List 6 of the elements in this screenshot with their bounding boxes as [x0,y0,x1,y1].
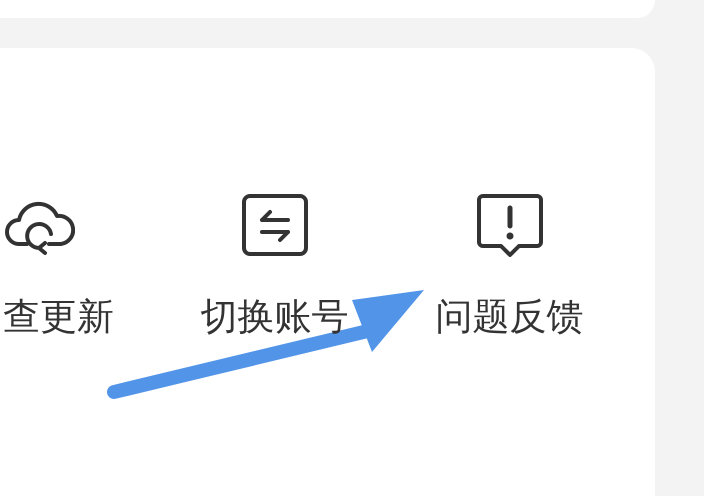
action-label: 问题反馈 [436,294,584,340]
action-item[interactable]: 问题反馈 [392,192,627,342]
action-item[interactable]: 查更新 [0,192,157,342]
action-label: 查更新 [3,294,114,340]
action-item[interactable]: 切换账号 [157,192,392,342]
action-label: 切换账号 [200,294,348,340]
